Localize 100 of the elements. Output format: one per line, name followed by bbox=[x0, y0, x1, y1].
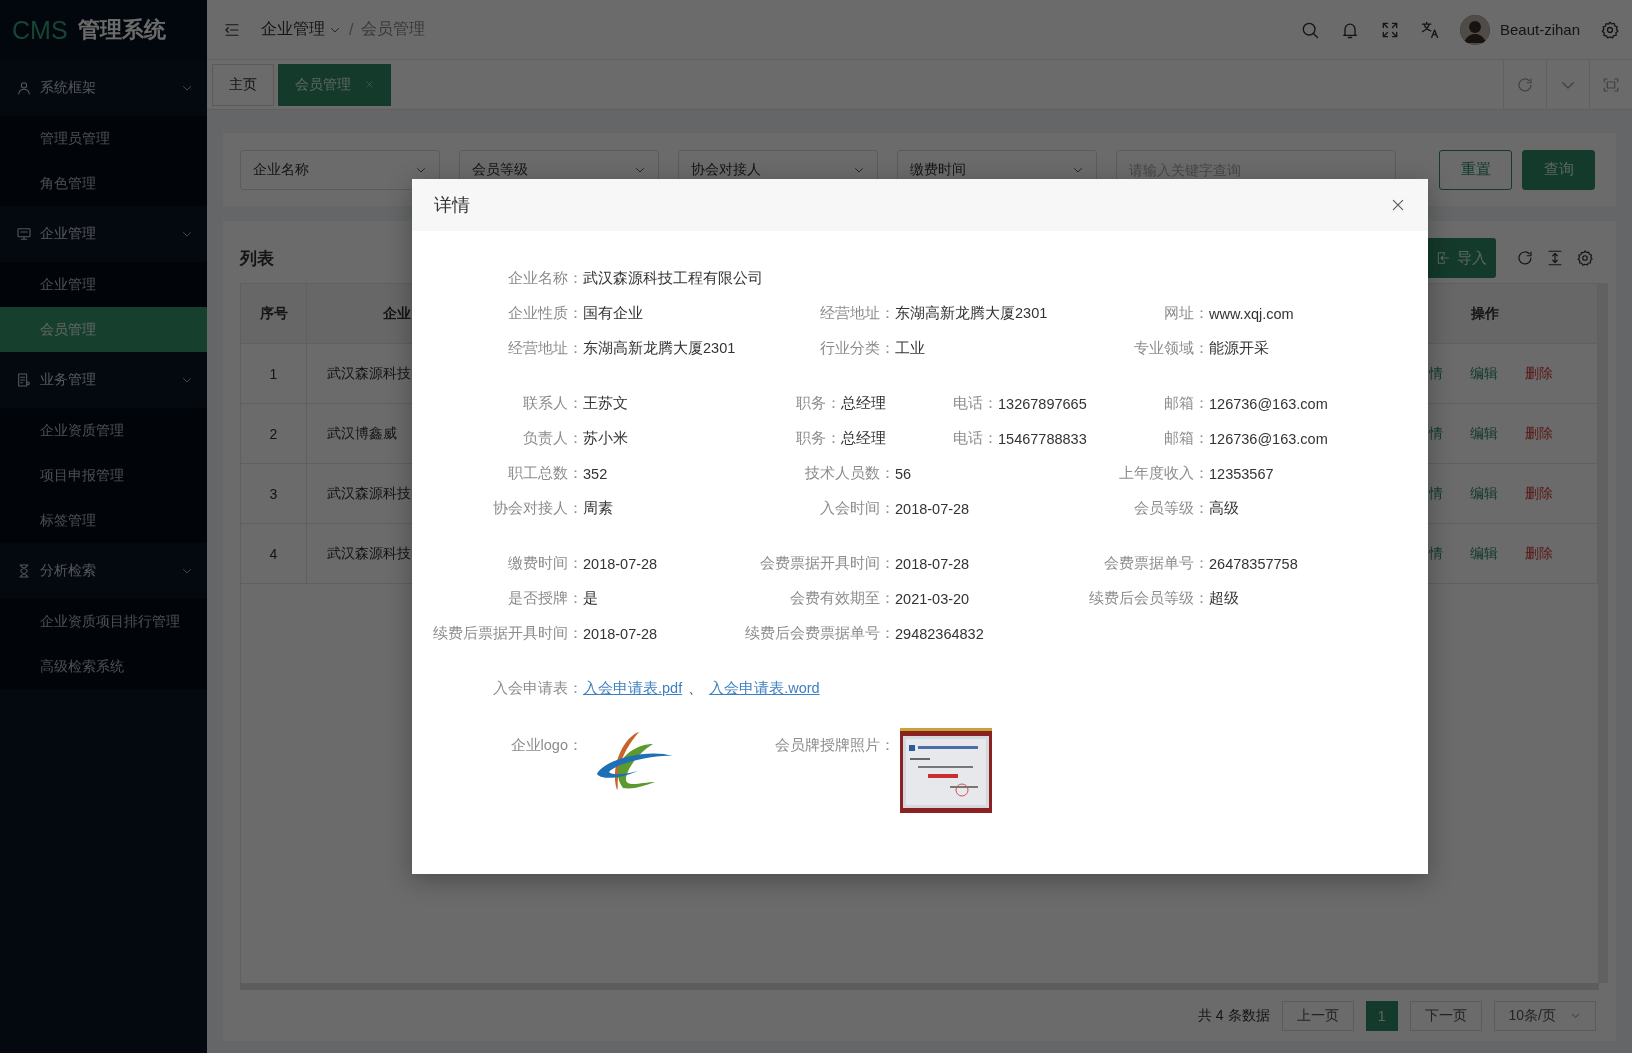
field-label: 会费票据单号： bbox=[1103, 554, 1209, 573]
table-cell: 2 bbox=[241, 404, 307, 464]
table-cell: 3 bbox=[241, 464, 307, 524]
action-link[interactable]: 情 bbox=[1429, 424, 1443, 443]
fullscreen-icon[interactable] bbox=[1602, 75, 1620, 94]
separator-mark: 、 bbox=[688, 680, 704, 696]
total-count: 共 4 条数据 bbox=[1197, 1006, 1270, 1025]
sidebar-item[interactable]: 企业资质管理 bbox=[0, 408, 207, 453]
search-button[interactable]: 查询 bbox=[1522, 149, 1595, 190]
sidebar-item[interactable]: 项目申报管理 bbox=[0, 453, 207, 498]
field-value: 2018-07-28 bbox=[583, 625, 659, 642]
breadcrumb-item[interactable]: 企业管理 bbox=[261, 19, 341, 40]
avatar[interactable] bbox=[1459, 14, 1490, 45]
sidebar-group[interactable]: 系统框架 bbox=[0, 60, 207, 116]
field-value: 苏小米 bbox=[583, 429, 629, 448]
document-icon bbox=[16, 372, 32, 388]
translate-icon[interactable] bbox=[1419, 19, 1440, 40]
field-value: 2018-07-28 bbox=[895, 555, 971, 572]
field-label: 缴费时间： bbox=[507, 554, 583, 573]
field-label: 入会时间： bbox=[819, 499, 895, 518]
sidebar-item[interactable]: 角色管理 bbox=[0, 161, 207, 206]
action-link[interactable]: 编辑 bbox=[1470, 544, 1498, 563]
field-value: 15467788833 bbox=[998, 430, 1088, 447]
page-size-select[interactable]: 10条/页 bbox=[1493, 1000, 1596, 1031]
field-label: 会员等级： bbox=[1133, 499, 1209, 518]
field-value: 12353567 bbox=[1209, 465, 1275, 482]
sidebar-item[interactable]: 企业资质项目排行管理 bbox=[0, 599, 207, 644]
prev-page-button[interactable]: 上一页 bbox=[1281, 1000, 1354, 1031]
chevron-down-icon bbox=[1570, 1010, 1581, 1021]
dialog-title: 详情 bbox=[434, 194, 470, 217]
sidebar-group[interactable]: 分析检索 bbox=[0, 543, 207, 599]
close-icon[interactable] bbox=[1390, 197, 1406, 213]
field-value: 周素 bbox=[583, 499, 614, 518]
sidebar-group[interactable]: 企业管理 bbox=[0, 206, 207, 262]
field-value: 2018-07-28 bbox=[583, 555, 659, 572]
refresh-icon[interactable] bbox=[1516, 249, 1534, 267]
page-tab[interactable]: 会员管理 bbox=[278, 63, 391, 106]
page-tab[interactable]: 主页 bbox=[212, 63, 274, 106]
field-value: 是 bbox=[583, 589, 599, 608]
file-link[interactable]: 入会申请表.word bbox=[709, 680, 820, 696]
delete-link[interactable]: 删除 bbox=[1525, 484, 1553, 503]
column-header: 序号 bbox=[241, 284, 307, 344]
delete-link[interactable]: 删除 bbox=[1525, 544, 1553, 563]
table-cell: 4 bbox=[241, 524, 307, 584]
delete-link[interactable]: 删除 bbox=[1525, 364, 1553, 383]
field-value: 29482364832 bbox=[895, 625, 985, 642]
field-label: 电话： bbox=[952, 429, 998, 448]
action-link[interactable]: 情 bbox=[1429, 364, 1443, 383]
action-link[interactable]: 情 bbox=[1429, 544, 1443, 563]
field-label: 经营地址： bbox=[819, 304, 895, 323]
table-cell: 1 bbox=[241, 344, 307, 404]
monitor-icon bbox=[16, 226, 32, 242]
import-button[interactable]: 导入 bbox=[1425, 238, 1496, 278]
settings-icon[interactable] bbox=[1576, 249, 1594, 267]
sidebar-item[interactable]: 会员管理 bbox=[0, 307, 207, 352]
field-value: 126736@163.com bbox=[1209, 430, 1329, 447]
field-value: 高级 bbox=[1209, 499, 1240, 518]
reset-button[interactable]: 重置 bbox=[1439, 149, 1512, 190]
app-title: 管理系统 bbox=[77, 16, 166, 44]
sidebar-group[interactable]: 业务管理 bbox=[0, 352, 207, 408]
field-label: 会费票据开具时间： bbox=[759, 554, 895, 573]
sidebar-item[interactable]: 高级检索系统 bbox=[0, 644, 207, 689]
field-label: 企业logo： bbox=[509, 736, 583, 755]
logo-text: CMS bbox=[12, 15, 68, 45]
sidebar-item[interactable]: 企业管理 bbox=[0, 262, 207, 307]
list-title: 列表 bbox=[240, 247, 275, 270]
refresh-icon[interactable] bbox=[1516, 75, 1534, 94]
field-value: 2018-07-28 bbox=[895, 500, 971, 517]
sidebar-item[interactable]: 标签管理 bbox=[0, 498, 207, 543]
field-label: 续费后票据开具时间： bbox=[432, 624, 583, 643]
field-label: 上年度收入： bbox=[1118, 464, 1209, 483]
settings-icon[interactable] bbox=[1600, 19, 1620, 40]
field-value: 东湖高新龙腾大厦2301 bbox=[895, 304, 1049, 323]
field-label: 职工总数： bbox=[507, 464, 583, 483]
field-label: 邮箱： bbox=[1163, 429, 1209, 448]
field-value: www.xqj.com bbox=[1209, 305, 1295, 322]
field-label: 续费后会费票据单号： bbox=[745, 624, 895, 643]
sidebar-item[interactable]: 管理员管理 bbox=[0, 116, 207, 161]
breadcrumb-separator: / bbox=[349, 20, 354, 39]
action-link[interactable]: 编辑 bbox=[1470, 484, 1498, 503]
field-value: 352 bbox=[583, 465, 609, 482]
user-icon bbox=[16, 80, 32, 96]
action-link[interactable]: 情 bbox=[1429, 484, 1443, 503]
next-page-button[interactable]: 下一页 bbox=[1409, 1000, 1482, 1031]
field-value: 2021-03-20 bbox=[895, 590, 971, 607]
delete-link[interactable]: 删除 bbox=[1525, 424, 1553, 443]
action-link[interactable]: 编辑 bbox=[1470, 424, 1498, 443]
field-value: 国有企业 bbox=[583, 304, 644, 323]
field-label: 协会对接人： bbox=[492, 499, 583, 518]
column-height-icon[interactable] bbox=[1546, 249, 1564, 267]
field-label: 技术人员数： bbox=[804, 464, 895, 483]
field-value: 56 bbox=[895, 465, 913, 482]
file-link[interactable]: 入会申请表.pdf bbox=[583, 680, 683, 696]
page-number[interactable]: 1 bbox=[1365, 1000, 1398, 1031]
user-name[interactable]: Beaut-zihan bbox=[1499, 21, 1580, 38]
field-value: 26478357758 bbox=[1209, 555, 1299, 572]
field-label: 网址： bbox=[1163, 304, 1209, 323]
action-link[interactable]: 编辑 bbox=[1470, 364, 1498, 383]
field-value: 超级 bbox=[1209, 589, 1240, 608]
field-label: 是否授牌： bbox=[507, 589, 583, 608]
